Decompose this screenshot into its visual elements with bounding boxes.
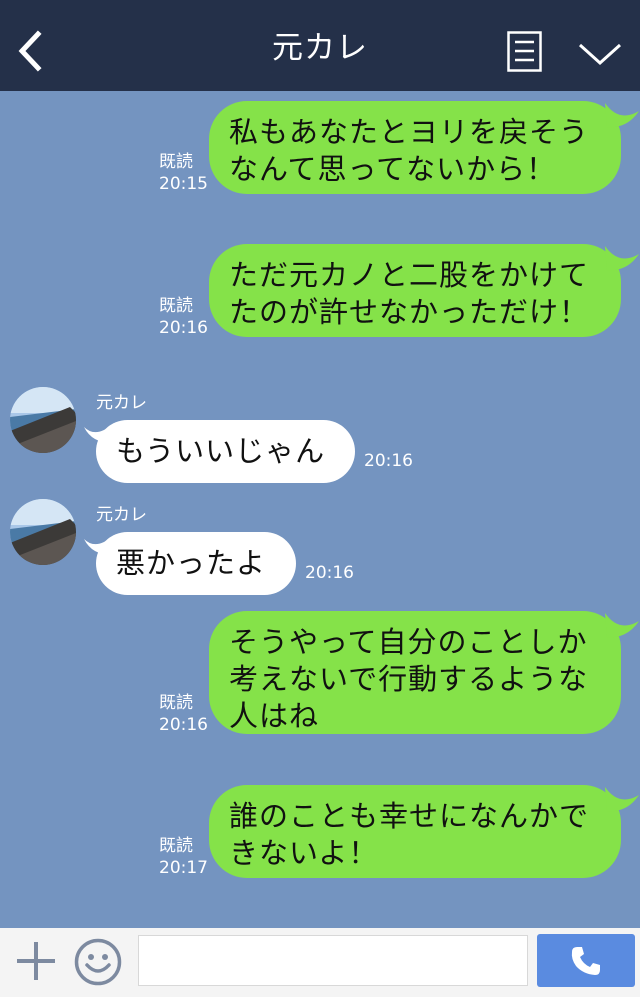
message-line: もういいじゃん	[116, 434, 326, 468]
read-label: 既読	[159, 693, 193, 713]
message-time: 20:16	[364, 451, 413, 471]
message-line: 考えないで行動するような	[229, 662, 589, 696]
smiley-icon[interactable]	[74, 938, 122, 986]
message-line: 悪かったよ	[116, 546, 267, 580]
message-time: 20:16	[159, 318, 208, 338]
message-time: 20:16	[305, 563, 354, 583]
message-line: 人はね	[229, 699, 320, 733]
read-label: 既読	[159, 836, 193, 856]
my-message-bubble[interactable]: そうやって自分のことしか 考えないで行動するような 人はね	[209, 611, 621, 734]
sender-name: 元カレ	[96, 505, 147, 525]
avatar-photo	[10, 499, 76, 565]
read-receipt: 既読 20:16	[159, 295, 208, 339]
chat-title: 元カレ	[272, 30, 368, 66]
menu-list-icon[interactable]	[507, 31, 542, 72]
message-line: なんて思ってないから！	[229, 152, 557, 186]
bubble-tail	[605, 787, 639, 812]
avatar-photo	[10, 387, 76, 453]
read-label: 既読	[159, 152, 193, 172]
read-receipt: 既読 20:16	[159, 692, 208, 736]
read-label: 既読	[159, 296, 193, 316]
chevron-down-icon[interactable]	[578, 42, 622, 66]
message-line: きないよ！	[229, 836, 379, 870]
message-time: 20:17	[159, 858, 208, 878]
chat-header: 元カレ	[0, 0, 640, 91]
my-message-bubble[interactable]: 誰のことも幸せになんかで きないよ！	[209, 785, 621, 878]
send-button[interactable]	[537, 934, 635, 987]
my-message-bubble[interactable]: ただ元カノと二股をかけて たのが許せなかっただけ！	[209, 244, 621, 337]
message-input[interactable]	[138, 935, 528, 986]
phone-icon	[571, 947, 600, 975]
bubble-tail	[605, 103, 639, 128]
plus-icon[interactable]	[15, 940, 57, 982]
message-line: たのが許せなかっただけ！	[229, 295, 590, 329]
message-line: そうやって自分のことしか	[229, 625, 588, 659]
their-message-bubble[interactable]: 悪かったよ	[96, 532, 296, 595]
message-time: 20:16	[159, 715, 208, 735]
sender-name: 元カレ	[96, 393, 147, 413]
read-receipt: 既読 20:17	[159, 835, 208, 879]
my-message-bubble[interactable]: 私もあなたとヨリを戻そう なんて思ってないから！	[209, 101, 621, 194]
message-line: 誰のことも幸せになんかで	[229, 799, 590, 833]
their-message-bubble[interactable]: もういいじゃん	[96, 420, 355, 483]
read-receipt: 既読 20:15	[159, 151, 208, 195]
message-line: ただ元カノと二股をかけて	[229, 258, 590, 292]
message-time: 20:15	[159, 174, 208, 194]
bubble-tail	[605, 613, 639, 638]
bubble-tail	[605, 246, 639, 271]
contact-avatar[interactable]	[10, 387, 76, 453]
message-line: 私もあなたとヨリを戻そう	[229, 115, 590, 149]
contact-avatar[interactable]	[10, 499, 76, 565]
